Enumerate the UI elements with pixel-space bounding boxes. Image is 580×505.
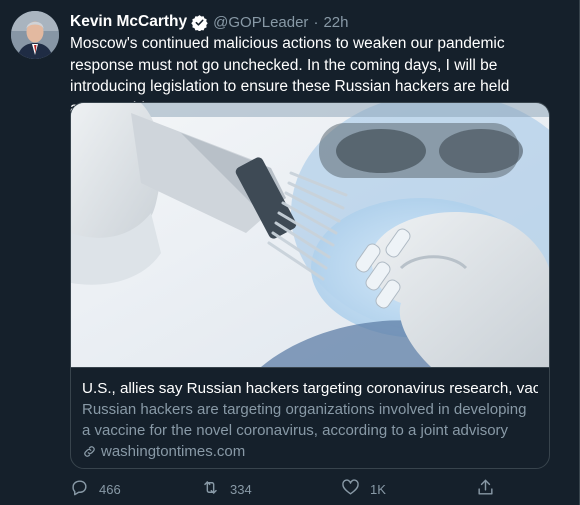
reply-button[interactable]: 466 bbox=[70, 478, 121, 500]
reply-count: 466 bbox=[99, 481, 121, 497]
tweet-actions: 466 334 1K bbox=[70, 478, 530, 500]
separator-dot: · bbox=[313, 13, 319, 31]
card-description: Russian hackers are targeting organizati… bbox=[82, 401, 527, 439]
heart-icon bbox=[341, 478, 360, 500]
retweet-count: 334 bbox=[230, 481, 252, 497]
author-name[interactable]: Kevin McCarthy bbox=[70, 13, 187, 31]
card-domain-text: washingtontimes.com bbox=[101, 443, 246, 460]
avatar-portrait-icon bbox=[11, 11, 59, 59]
retweet-icon bbox=[201, 478, 220, 500]
verified-badge-icon bbox=[191, 14, 208, 31]
card-body: U.S., allies say Russian hackers targeti… bbox=[71, 367, 549, 468]
reply-icon bbox=[70, 478, 89, 500]
tweet-header: Kevin McCarthy @GOPLeader · 22h bbox=[70, 11, 348, 33]
avatar[interactable] bbox=[11, 11, 59, 59]
tweet[interactable]: Kevin McCarthy @GOPLeader · 22h Moscow's… bbox=[0, 0, 580, 505]
card-image bbox=[71, 103, 549, 367]
link-icon bbox=[82, 444, 97, 459]
share-button[interactable] bbox=[476, 478, 495, 500]
card-domain[interactable]: washingtontimes.com bbox=[82, 441, 538, 462]
link-card[interactable]: U.S., allies say Russian hackers targeti… bbox=[70, 102, 550, 469]
author-handle[interactable]: @GOPLeader bbox=[213, 14, 308, 31]
lab-pipette-photo-icon bbox=[71, 103, 549, 367]
retweet-button[interactable]: 334 bbox=[201, 478, 252, 500]
card-title[interactable]: U.S., allies say Russian hackers targeti… bbox=[82, 378, 538, 399]
timestamp[interactable]: 22h bbox=[323, 14, 348, 31]
share-icon bbox=[476, 478, 495, 500]
like-count: 1K bbox=[370, 481, 386, 497]
like-button[interactable]: 1K bbox=[341, 478, 386, 500]
